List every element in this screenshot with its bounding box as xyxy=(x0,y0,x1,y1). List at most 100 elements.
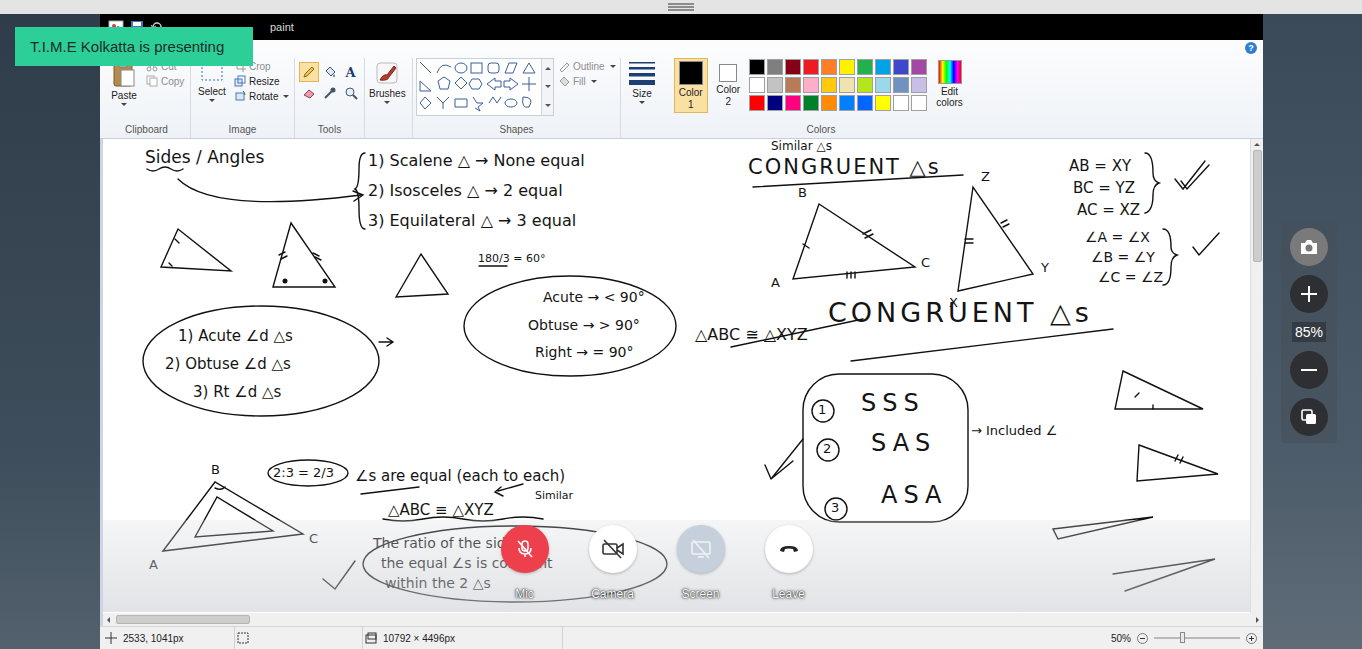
color-swatch[interactable] xyxy=(857,95,873,111)
color-palette xyxy=(749,59,927,111)
snapshot-button[interactable] xyxy=(1290,228,1328,266)
image-item[interactable]: Resize xyxy=(234,75,289,87)
call-control[interactable]: Camera xyxy=(576,525,650,601)
image-size: 10792 × 4496px xyxy=(383,633,455,644)
status-bar: 2533, 1041px 10792 × 4496px 50% xyxy=(100,626,1263,649)
copy-window-icon xyxy=(1300,408,1318,426)
shapes-gallery[interactable] xyxy=(416,58,554,116)
tools-group: A Tools xyxy=(295,58,365,138)
color-swatch[interactable] xyxy=(767,95,783,111)
size-button[interactable]: Size xyxy=(624,58,660,106)
minus-icon xyxy=(1300,361,1318,379)
brushes-button[interactable]: Brushes xyxy=(368,58,407,106)
color-swatch[interactable] xyxy=(893,77,909,93)
handwritten-note: 3) Equilateral △ → 3 equal xyxy=(368,211,576,230)
selection-size-icon xyxy=(237,632,249,644)
handwritten-note: 1) Scalene △ → None equal xyxy=(368,151,585,170)
color-swatch[interactable] xyxy=(857,77,873,93)
color-swatch[interactable] xyxy=(767,59,783,75)
tool-button[interactable] xyxy=(299,62,319,82)
zoom-slider[interactable] xyxy=(1154,637,1240,639)
color-swatch[interactable] xyxy=(839,59,855,75)
hang-up-icon xyxy=(777,538,801,560)
drag-handle-icon[interactable] xyxy=(668,3,694,11)
color-swatch[interactable] xyxy=(893,95,909,111)
ribbon: ? Paste Cut Copy Clipboard Select Crop R… xyxy=(100,40,1263,139)
vertex-label: B xyxy=(211,462,220,478)
handwritten-note: ∠A = ∠X xyxy=(1085,229,1150,246)
presenter-badge: T.I.M.E Kolkatta is presenting xyxy=(15,27,253,66)
image-item[interactable]: Rotate xyxy=(234,90,289,102)
zoom-out-button[interactable] xyxy=(1290,351,1328,389)
color-slot[interactable]: Color 2 xyxy=(712,58,746,110)
color-swatch[interactable] xyxy=(875,59,891,75)
shapes-group: Outline Fill Shapes xyxy=(413,58,621,138)
color-swatch[interactable] xyxy=(839,95,855,111)
handwritten-note: △ABC ≅ △XYZ xyxy=(695,325,808,344)
color-slot[interactable]: Color 1 xyxy=(674,58,708,113)
handwritten-note: ∠C = ∠Z xyxy=(1098,269,1163,286)
title-bar: paint xyxy=(100,14,1263,40)
color-swatch[interactable] xyxy=(911,59,927,75)
color-swatch[interactable] xyxy=(785,77,801,93)
call-control[interactable]: Mic xyxy=(488,525,562,601)
call-control[interactable]: Screen xyxy=(664,525,738,601)
tool-button[interactable] xyxy=(341,83,361,103)
rainbow-icon xyxy=(938,60,962,84)
shape-option[interactable]: Outline xyxy=(558,60,616,72)
tool-button[interactable] xyxy=(320,62,340,82)
handwritten-note: SSS xyxy=(861,389,925,418)
handwritten-note: 1) Acute ∠d △s xyxy=(178,327,293,345)
image-group: Select Crop Resize Rotate Image xyxy=(191,58,295,138)
window-title: paint xyxy=(270,21,294,33)
color-swatch[interactable] xyxy=(749,77,765,93)
handwritten-note: BC = YZ xyxy=(1073,179,1135,197)
vertical-scrollbar[interactable] xyxy=(1250,139,1263,613)
color-swatch[interactable] xyxy=(803,95,819,111)
viewer-toolbar: 85% xyxy=(1281,221,1337,443)
color-swatch[interactable] xyxy=(821,59,837,75)
color-swatch[interactable] xyxy=(803,59,819,75)
shapes-icon xyxy=(417,59,541,113)
outline-icon xyxy=(558,60,570,72)
color-swatch[interactable] xyxy=(785,59,801,75)
clipboard-item[interactable]: Copy xyxy=(146,75,184,87)
handwritten-note: CONGRUENT △s xyxy=(828,297,1093,329)
shape-option[interactable]: Fill xyxy=(558,75,616,87)
handwritten-note: CONGRUENT △s xyxy=(748,155,941,180)
color-swatch[interactable] xyxy=(875,95,891,111)
color-swatch[interactable] xyxy=(749,95,765,111)
horizontal-scrollbar[interactable] xyxy=(103,613,1263,626)
scroll-thumb[interactable] xyxy=(1253,150,1262,262)
brush-icon xyxy=(374,60,400,86)
popout-button[interactable] xyxy=(1290,398,1328,436)
help-button[interactable]: ? xyxy=(1245,42,1257,54)
color-swatch[interactable] xyxy=(911,77,927,93)
zoom-in-button[interactable] xyxy=(1290,275,1328,313)
color-swatch[interactable] xyxy=(767,77,783,93)
edit-colors-button[interactable]: Edit colors xyxy=(931,58,968,110)
zoom-out-icon[interactable] xyxy=(1137,633,1148,644)
color-swatch[interactable] xyxy=(821,95,837,111)
color-swatch[interactable] xyxy=(821,77,837,93)
line-size-icon xyxy=(628,60,656,86)
copy-icon xyxy=(146,75,158,87)
rotate-icon xyxy=(234,90,246,102)
gallery-scroll[interactable] xyxy=(541,59,553,115)
color-swatch[interactable] xyxy=(803,77,819,93)
color-swatch[interactable] xyxy=(749,59,765,75)
eraser-icon xyxy=(302,86,316,100)
color-swatch[interactable] xyxy=(875,77,891,93)
color-swatch[interactable] xyxy=(911,95,927,111)
color-swatch[interactable] xyxy=(839,77,855,93)
color-swatch[interactable] xyxy=(857,59,873,75)
tool-button[interactable] xyxy=(299,83,319,103)
scroll-thumb[interactable] xyxy=(116,615,250,624)
vertex-label: 2 xyxy=(823,441,831,457)
zoom-in-icon[interactable] xyxy=(1246,633,1257,644)
color-swatch[interactable] xyxy=(785,95,801,111)
tool-button[interactable]: A xyxy=(341,62,361,82)
color-swatch[interactable] xyxy=(893,59,909,75)
tool-button[interactable] xyxy=(320,83,340,103)
call-control[interactable]: Leave xyxy=(752,525,826,601)
